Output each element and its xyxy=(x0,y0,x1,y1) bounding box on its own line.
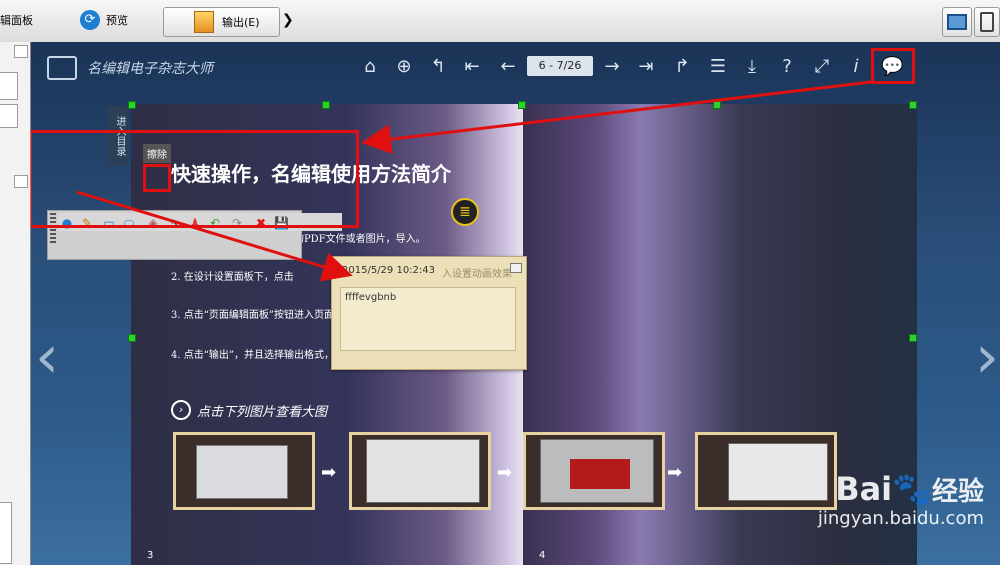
monitor-logo-icon xyxy=(47,56,77,80)
selection-handle[interactable] xyxy=(713,101,721,109)
preview-label: 预览 xyxy=(106,14,128,27)
left-page-number: 3 xyxy=(147,550,154,561)
table-of-contents-icon[interactable]: ☰ xyxy=(707,56,729,78)
page-editor-label: 辑面板 xyxy=(0,14,33,27)
page-editor-tab[interactable]: 辑面板 xyxy=(0,8,60,32)
preview-button[interactable]: ⟳ 预览 xyxy=(80,8,140,32)
section-heading-label: 点击下列图片查看大图 xyxy=(197,404,328,420)
thumbnail-3[interactable] xyxy=(523,432,665,510)
flipbook-viewer: 名编辑电子杂志大师 ⌂ ⊕ ↰ ⇤ ← 6 - 7/26 → ⇥ ↱ ☰ ⤓ ?… xyxy=(31,42,1000,565)
watermark-url: jingyan.baidu.com xyxy=(817,508,984,529)
home-icon[interactable]: ⌂ xyxy=(359,56,381,78)
comment-highlight-box xyxy=(871,48,915,84)
page-indicator[interactable]: 6 - 7/26 xyxy=(527,56,593,76)
watermark-brand2: 经验 xyxy=(931,477,984,507)
thumbnail-2[interactable] xyxy=(349,432,491,510)
sticky-note-icon[interactable]: ≣ xyxy=(451,198,479,226)
eraser-highlight-box xyxy=(143,164,171,192)
section-heading: › 点击下列图片查看大图 xyxy=(171,400,327,420)
left-panel xyxy=(0,42,31,565)
selection-handle[interactable] xyxy=(128,334,136,342)
panel-dropdown-2[interactable] xyxy=(14,175,28,188)
output-label: 输出(E) xyxy=(222,16,260,29)
share-icon[interactable]: ↱ xyxy=(671,56,693,78)
tablet-icon xyxy=(980,12,994,32)
app-logo: 名编辑电子杂志大师 xyxy=(47,56,213,80)
annotation-note[interactable]: 2015/5/29 10:2:43 入设置动画效果 ffffevgbnb xyxy=(331,256,527,370)
monitor-icon xyxy=(947,14,967,30)
baidu-watermark: Bai🐾经验 jingyan.baidu.com xyxy=(818,470,984,529)
zoom-in-icon[interactable]: ⊕ xyxy=(393,56,415,78)
paw-icon: 🐾 xyxy=(892,470,932,508)
panel-field-3[interactable] xyxy=(0,502,12,564)
first-page-icon[interactable]: ⇤ xyxy=(461,56,483,78)
selection-handle[interactable] xyxy=(322,101,330,109)
info-icon[interactable]: i xyxy=(845,56,867,78)
more-chevron-icon[interactable]: ❯ xyxy=(282,8,294,32)
chevron-right-icon: ❯ xyxy=(282,12,294,28)
circle-arrow-icon: › xyxy=(171,400,191,420)
fullscreen-icon[interactable]: ⤢ xyxy=(811,56,833,78)
selection-handle[interactable] xyxy=(909,334,917,342)
thumbnail-1[interactable] xyxy=(173,432,315,510)
mobile-view-button[interactable] xyxy=(974,7,1000,37)
selection-handle[interactable] xyxy=(128,101,136,109)
output-icon xyxy=(194,11,214,33)
note-behind-text: 入设置动画效果 xyxy=(442,269,512,280)
panel-field-1[interactable] xyxy=(0,72,18,100)
desktop-view-button[interactable] xyxy=(942,7,972,37)
note-timestamp: 2015/5/29 10:2:43 xyxy=(342,265,436,276)
watermark-brand: Bai xyxy=(835,470,893,508)
previous-page-icon[interactable]: ← xyxy=(497,56,519,78)
step-2: 2. 在设计设置面板下，点击 xyxy=(171,272,294,283)
toolbar-highlight-box xyxy=(31,130,359,228)
next-flip-arrow-icon[interactable]: › xyxy=(975,312,999,402)
thumbnail-4[interactable] xyxy=(695,432,837,510)
flow-arrow-icon: ➡ xyxy=(321,462,337,483)
selection-handle[interactable] xyxy=(909,101,917,109)
logo-text: 名编辑电子杂志大师 xyxy=(87,61,213,77)
help-icon[interactable]: ? xyxy=(776,56,798,78)
output-button[interactable]: 输出(E) xyxy=(163,7,280,37)
download-icon[interactable]: ⤓ xyxy=(741,56,763,78)
last-page-icon[interactable]: ⇥ xyxy=(635,56,657,78)
selection-handle[interactable] xyxy=(518,101,526,109)
prev-flip-arrow-icon[interactable]: ‹ xyxy=(35,312,59,402)
app-toolbar: 辑面板 ⟳ 预览 输出(E) ❯ xyxy=(0,0,1000,43)
flow-arrow-icon-3: ➡ xyxy=(667,462,683,483)
note-minimize-button[interactable] xyxy=(510,263,522,273)
panel-dropdown-button[interactable] xyxy=(14,45,28,58)
note-content[interactable]: ffffevgbnb xyxy=(340,287,516,351)
panel-field-2[interactable] xyxy=(0,104,18,128)
next-page-icon[interactable]: → xyxy=(601,56,623,78)
back-icon[interactable]: ↰ xyxy=(427,56,449,78)
right-page-number: 4 xyxy=(539,550,546,561)
refresh-icon: ⟳ xyxy=(80,10,100,30)
flow-arrow-icon-2: ➡ xyxy=(497,462,513,483)
